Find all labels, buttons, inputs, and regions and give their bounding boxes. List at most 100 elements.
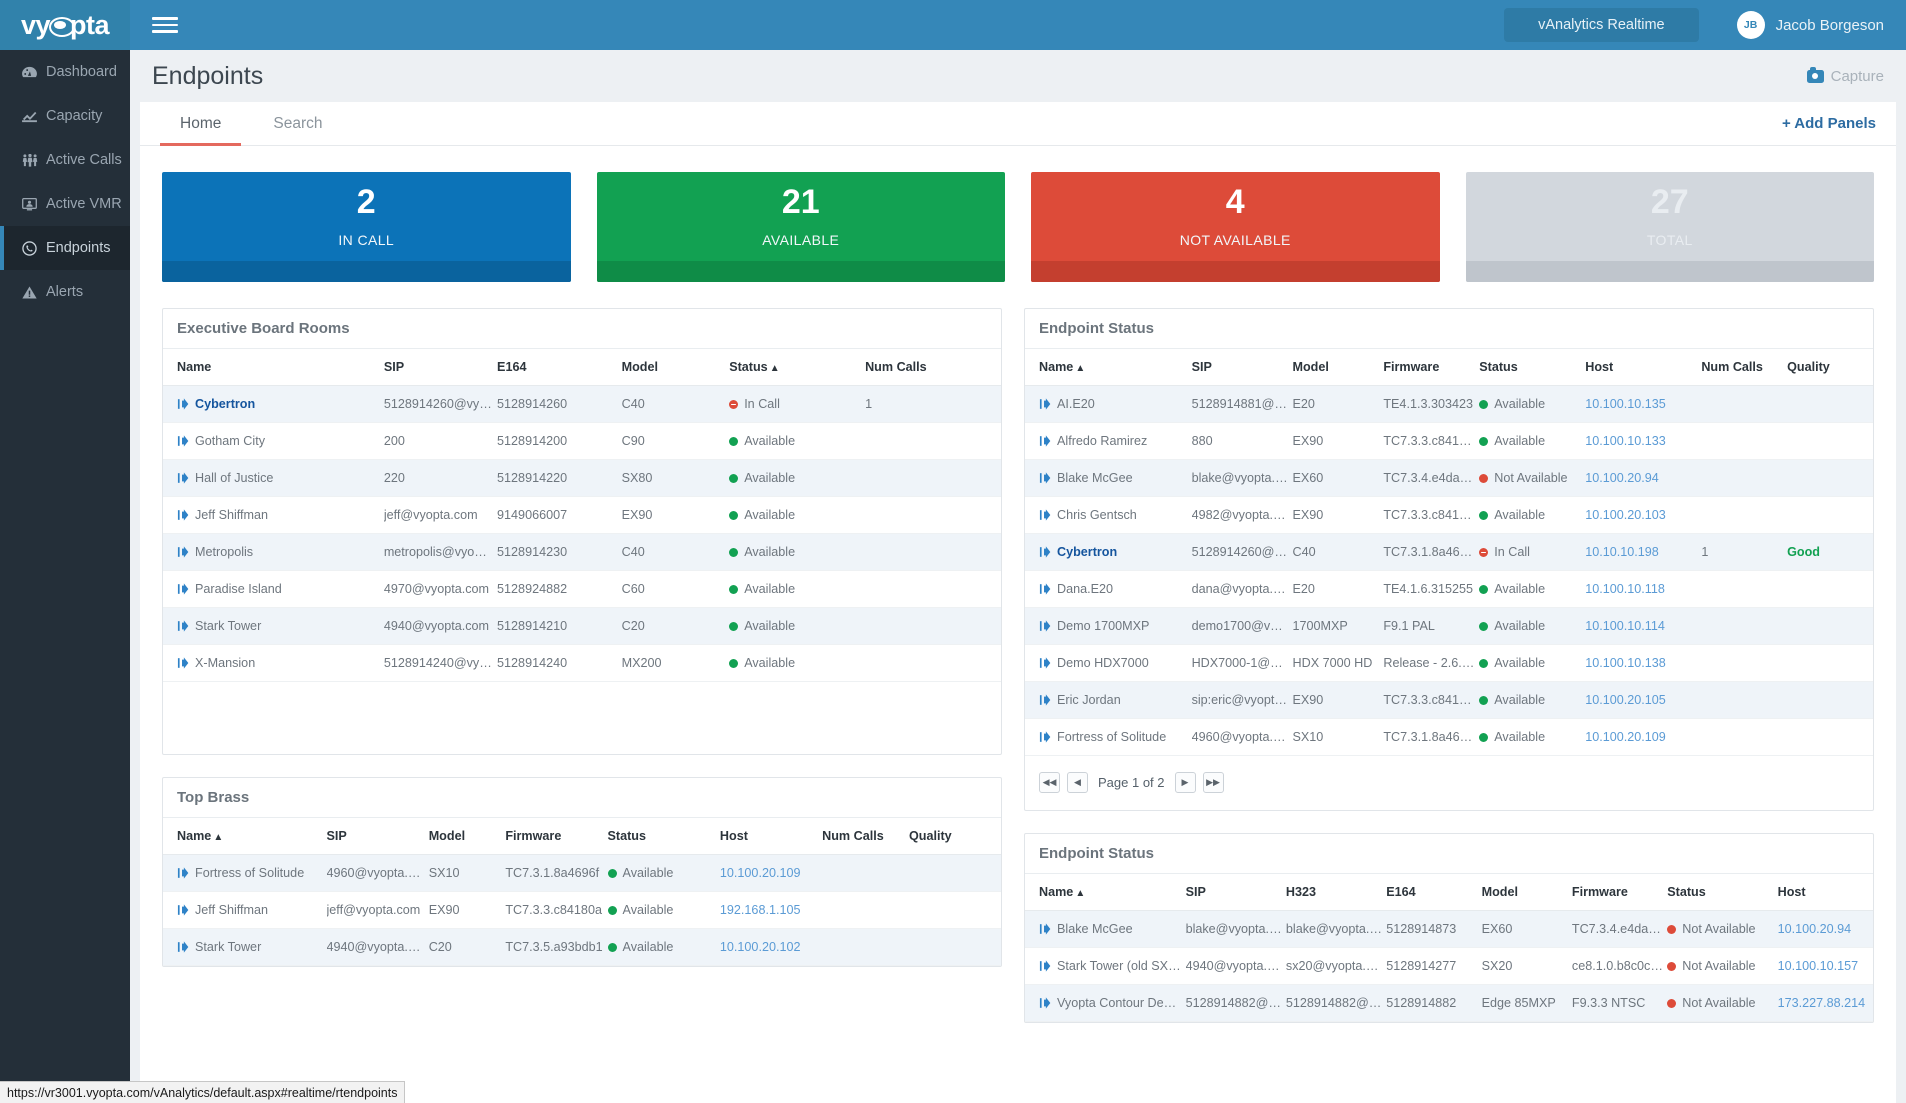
endpoint-name-link[interactable]: Blake McGee: [1057, 471, 1133, 485]
column-header-host[interactable]: Host: [719, 818, 823, 855]
sidebar-item-capacity[interactable]: Capacity: [0, 94, 130, 138]
stat-card-available[interactable]: 21 AVAILABLE: [596, 172, 1005, 282]
sidebar-item-active-calls[interactable]: Active Calls: [0, 138, 130, 182]
endpoint-name-link[interactable]: Gotham City: [195, 434, 265, 448]
table-row[interactable]: Cybertron 5128914260@vy… C40 TC7.3.1.8a4696…: [1025, 533, 1873, 571]
tab-search[interactable]: Search: [247, 102, 348, 145]
column-header-num-calls[interactable]: Num Calls: [822, 818, 909, 855]
endpoint-name-link[interactable]: Blake McGee: [1057, 922, 1133, 936]
host-link[interactable]: 10.100.10.135: [1585, 397, 1666, 411]
host-link[interactable]: 10.100.10.138: [1585, 656, 1666, 670]
column-header-model[interactable]: Model: [1292, 349, 1384, 386]
hamburger-icon[interactable]: [152, 12, 178, 38]
stat-card-not-available[interactable]: 4 NOT AVAILABLE: [1031, 172, 1440, 282]
endpoint-name-link[interactable]: Eric Jordan: [1057, 693, 1121, 707]
sidebar-item-active-vmr[interactable]: Active VMR: [0, 182, 130, 226]
sidebar-item-dashboard[interactable]: Dashboard: [0, 50, 130, 94]
stat-card-in-call[interactable]: 2 IN CALL: [162, 172, 571, 282]
endpoint-name-link[interactable]: Chris Gentsch: [1057, 508, 1137, 522]
stat-card-total[interactable]: 27 TOTAL: [1465, 172, 1874, 282]
endpoint-name-link[interactable]: Jeff Shiffman: [195, 903, 268, 917]
tab-home[interactable]: Home: [154, 102, 247, 146]
table-row[interactable]: Stark Tower 4940@vyopta.co… C20 TC7.3.5.a93…: [163, 928, 1001, 966]
column-header-model[interactable]: Model: [428, 818, 506, 855]
column-header-quality[interactable]: Quality: [908, 818, 1001, 855]
table-row[interactable]: X-Mansion 5128914240@vyopta…5128914240MX2…: [163, 644, 1001, 682]
table-row[interactable]: Demo 1700MXP demo1700@vyo… 1700MXP F9.1 PAL…: [1025, 607, 1873, 645]
table-row[interactable]: Blake McGee blake@vyopta.co… EX60 TC7.3.4.e…: [1025, 459, 1873, 497]
table-row[interactable]: AI.E20 5128914881@vy… E20 TE4.1.3.303423 Ava…: [1025, 385, 1873, 423]
column-header-e164[interactable]: E164: [1386, 874, 1482, 911]
column-header-model[interactable]: Model: [1481, 874, 1572, 911]
capture-button[interactable]: Capture: [1806, 67, 1884, 85]
column-header-sip[interactable]: SIP: [1191, 349, 1293, 386]
table-row[interactable]: Stark Tower (old SX20) 4940@vyopta.co… sx2…: [1025, 947, 1873, 985]
table-row[interactable]: Alfredo Ramirez 880 EX90 TC7.3.3.c84180a Ava…: [1025, 422, 1873, 460]
pager-last-button[interactable]: ▶▶: [1202, 772, 1224, 793]
endpoint-name-link[interactable]: AI.E20: [1057, 397, 1095, 411]
endpoint-name-link[interactable]: Cybertron: [1057, 545, 1117, 559]
host-link[interactable]: 10.100.20.109: [1585, 730, 1666, 744]
host-link[interactable]: 10.100.20.109: [720, 866, 801, 880]
host-link[interactable]: 10.100.10.118: [1585, 582, 1665, 596]
column-header-host[interactable]: Host: [1585, 349, 1702, 386]
table-row[interactable]: Paradise Island 4970@vyopta.com 5128924882…: [163, 570, 1001, 608]
endpoint-name-link[interactable]: Stark Tower (old SX20): [1057, 959, 1186, 973]
column-header-num-calls[interactable]: Num Calls: [865, 349, 1001, 386]
table-row[interactable]: Hall of Justice 220 5128914220 SX80 Availabl…: [163, 459, 1001, 497]
table-row[interactable]: Fortress of Solitude 4960@vyopta.co… SX10 T…: [1025, 718, 1873, 756]
endpoint-name-link[interactable]: Alfredo Ramirez: [1057, 434, 1147, 448]
column-header-firmware[interactable]: Firmware: [505, 818, 608, 855]
endpoint-name-link[interactable]: Demo 1700MXP: [1057, 619, 1149, 633]
table-row[interactable]: Jeff Shiffman jeff@vyopta.com 9149066007 EX…: [163, 496, 1001, 534]
host-link[interactable]: 10.100.10.114: [1585, 619, 1665, 633]
table-row[interactable]: Vyopta Contour Demo1 5128914882@vy… 512891…: [1025, 984, 1873, 1022]
pager-first-button[interactable]: ◀◀: [1039, 772, 1060, 793]
endpoint-name-link[interactable]: Vyopta Contour Demo1: [1057, 996, 1186, 1010]
endpoint-name-link[interactable]: Paradise Island: [195, 582, 282, 596]
column-header-status[interactable]: Status: [607, 818, 720, 855]
column-header-h323[interactable]: H323: [1285, 874, 1387, 911]
endpoint-name-link[interactable]: Stark Tower: [195, 619, 261, 633]
endpoint-name-link[interactable]: Dana.E20: [1057, 582, 1113, 596]
table-row[interactable]: Stark Tower 4940@vyopta.com 5128914210 C20 A…: [163, 607, 1001, 645]
column-header-sip[interactable]: SIP: [1185, 874, 1286, 911]
app-logo[interactable]: vy pta: [0, 0, 130, 50]
add-panels-button[interactable]: + Add Panels: [1782, 102, 1896, 145]
column-header-sip[interactable]: SIP: [383, 349, 498, 386]
column-header-name[interactable]: Name ▲: [1025, 874, 1186, 911]
endpoint-name-link[interactable]: Fortress of Solitude: [1057, 730, 1166, 744]
endpoint-name-link[interactable]: Jeff Shiffman: [195, 508, 268, 522]
column-header-status[interactable]: Status: [1479, 349, 1586, 386]
endpoint-name-link[interactable]: X-Mansion: [195, 656, 255, 670]
column-header-num-calls[interactable]: Num Calls: [1701, 349, 1788, 386]
endpoint-name-link[interactable]: Demo HDX7000: [1057, 656, 1149, 670]
column-header-name[interactable]: Name ▲: [1025, 349, 1192, 386]
column-header-e164[interactable]: E164: [497, 349, 622, 386]
sidebar-item-alerts[interactable]: Alerts: [0, 270, 130, 314]
column-header-model[interactable]: Model: [621, 349, 730, 386]
table-row[interactable]: Cybertron 5128914260@vyopta…5128914260C40…: [163, 385, 1001, 423]
column-header-quality[interactable]: Quality: [1787, 349, 1873, 386]
host-link[interactable]: 10.100.20.103: [1585, 508, 1666, 522]
table-row[interactable]: Eric Jordan sip:eric@vyopta.… EX90 TC7.3.3.…: [1025, 681, 1873, 719]
table-row[interactable]: Dana.E20 dana@vyopta.co… E20 TE4.1.6.315255…: [1025, 570, 1873, 608]
endpoint-name-link[interactable]: Hall of Justice: [195, 471, 273, 485]
host-link[interactable]: 173.227.88.214: [1778, 996, 1866, 1010]
table-row[interactable]: Gotham City 200 5128914200 C90 Available: [163, 422, 1001, 460]
table-row[interactable]: Fortress of Solitude 4960@vyopta.co… SX10 T…: [163, 854, 1001, 892]
column-header-host[interactable]: Host: [1777, 874, 1873, 911]
pager-prev-button[interactable]: ◀: [1067, 772, 1088, 793]
sidebar-item-endpoints[interactable]: Endpoints: [0, 226, 130, 270]
column-header-sip[interactable]: SIP: [326, 818, 429, 855]
host-link[interactable]: 10.100.10.157: [1778, 959, 1859, 973]
column-header-status[interactable]: Status ▲: [729, 349, 866, 386]
pager-next-button[interactable]: ▶: [1174, 772, 1196, 793]
table-row[interactable]: Blake McGee blake@vyopta.co… blake@vyopta.…: [1025, 910, 1873, 948]
table-row[interactable]: Chris Gentsch 4982@vyopta.co… EX90 TC7.3.3.…: [1025, 496, 1873, 534]
host-link[interactable]: 10.100.20.105: [1585, 693, 1666, 707]
column-header-status[interactable]: Status: [1667, 874, 1778, 911]
host-link[interactable]: 10.100.10.133: [1585, 434, 1666, 448]
table-row[interactable]: Demo HDX7000 HDX7000-1@vyo… HDX 7000 HD Rel…: [1025, 644, 1873, 682]
vanalytics-realtime-button[interactable]: vAnalytics Realtime: [1504, 8, 1699, 42]
